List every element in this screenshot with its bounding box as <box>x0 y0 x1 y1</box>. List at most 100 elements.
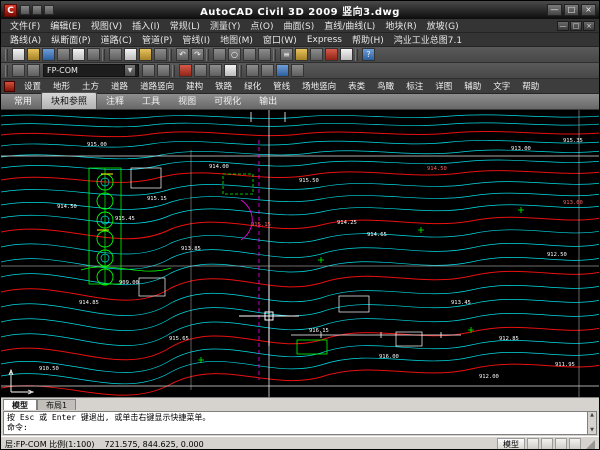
tab-visualize[interactable]: 可视化 <box>205 93 250 109</box>
quick-open-icon[interactable] <box>32 5 42 15</box>
save-icon[interactable] <box>42 48 55 61</box>
drawing-canvas[interactable]: 915.00 914.50 915.15 915.45 913.85 915.1… <box>1 110 599 397</box>
tab-layout1[interactable]: 布局1 <box>37 399 76 410</box>
tab-text[interactable]: 文字 <box>487 80 516 92</box>
toolbar-grip[interactable] <box>169 49 172 61</box>
tab-pipeline[interactable]: 管线 <box>267 80 296 92</box>
menu-item-map[interactable]: 地图(M) <box>215 33 258 46</box>
menu-item-pipelines[interactable]: 管线(I) <box>177 33 215 46</box>
styles-icon[interactable] <box>224 64 237 77</box>
model-space-toggle[interactable]: 模型 <box>497 438 525 450</box>
restore-button[interactable]: □ <box>564 4 579 16</box>
minimize-button[interactable]: — <box>547 4 562 16</box>
layer-previous-icon[interactable] <box>157 64 170 77</box>
tab-help[interactable]: 帮助 <box>516 80 545 92</box>
help-icon[interactable]: ? <box>362 48 375 61</box>
command-prompt-line[interactable]: 命令: <box>7 423 586 433</box>
tab-road[interactable]: 道路 <box>105 80 134 92</box>
tab-view[interactable]: 视图 <box>169 93 205 109</box>
designcenter-icon[interactable] <box>295 48 308 61</box>
menu-item-hongye-plugin[interactable]: 鸿业工业总图7.1 <box>389 33 467 46</box>
layer-states-icon[interactable] <box>27 64 40 77</box>
doc-restore-button[interactable]: □ <box>570 21 582 31</box>
menu-item-edit[interactable]: 编辑(E) <box>45 19 86 32</box>
new-file-icon[interactable] <box>12 48 25 61</box>
tab-earthwork[interactable]: 土方 <box>76 80 105 92</box>
doc-close-button[interactable]: × <box>583 21 595 31</box>
annotation-visibility-icon[interactable] <box>541 438 553 450</box>
menu-item-points[interactable]: 点(O) <box>245 19 278 32</box>
zoom-previous-icon[interactable] <box>258 48 271 61</box>
tab-tables[interactable]: 表类 <box>342 80 371 92</box>
tab-home[interactable]: 常用 <box>5 93 41 109</box>
menu-item-express[interactable]: Express <box>302 35 347 45</box>
plot-icon[interactable] <box>57 48 70 61</box>
tab-annotation[interactable]: 标注 <box>400 80 429 92</box>
resize-grip[interactable] <box>586 440 595 449</box>
plot-preview-icon[interactable] <box>72 48 85 61</box>
menu-item-survey[interactable]: 测量(Y) <box>205 19 246 32</box>
menu-item-general[interactable]: 常规(L) <box>165 19 205 32</box>
redo-icon[interactable]: ↷ <box>191 48 204 61</box>
menu-browser-icon[interactable] <box>4 81 15 92</box>
toolbar-grip[interactable] <box>102 49 105 61</box>
menu-item-lines-curves[interactable]: 直线/曲线(L) <box>319 19 380 32</box>
make-layer-current-icon[interactable] <box>142 64 155 77</box>
quick-new-icon[interactable] <box>20 5 30 15</box>
named-views-icon[interactable] <box>261 64 274 77</box>
annotation-scale-icon[interactable] <box>527 438 539 450</box>
tab-terrain[interactable]: 地形 <box>47 80 76 92</box>
zoom-window-icon[interactable] <box>243 48 256 61</box>
menu-item-insert[interactable]: 插入(I) <box>127 19 165 32</box>
toolpalettes-icon[interactable] <box>310 48 323 61</box>
layer-combo[interactable]: FP-COM ▼ <box>43 64 139 77</box>
tray-settings-icon[interactable] <box>569 438 581 450</box>
scroll-up-icon[interactable]: ▲ <box>588 412 596 419</box>
tab-tools[interactable]: 工具 <box>133 93 169 109</box>
tab-railway[interactable]: 铁路 <box>209 80 238 92</box>
tab-road-vertical[interactable]: 道路竖向 <box>134 80 180 92</box>
autoscale-icon[interactable] <box>555 438 567 450</box>
coordinates-readout[interactable]: 721.575, 844.625, 0.000 <box>104 440 203 449</box>
menu-item-help[interactable]: 帮助(H) <box>347 33 389 46</box>
ucs-tool-icon[interactable] <box>246 64 259 77</box>
calc-icon[interactable] <box>340 48 353 61</box>
markup-icon[interactable] <box>325 48 338 61</box>
tab-output[interactable]: 输出 <box>250 93 286 109</box>
menu-item-file[interactable]: 文件(F) <box>5 19 45 32</box>
tab-annotate[interactable]: 注释 <box>97 93 133 109</box>
tab-settings[interactable]: 设置 <box>18 80 47 92</box>
linetype-icon[interactable] <box>194 64 207 77</box>
tab-model[interactable]: 模型 <box>3 399 37 410</box>
open-folder-icon[interactable] <box>27 48 40 61</box>
cut-icon[interactable] <box>109 48 122 61</box>
menu-item-grading[interactable]: 放坡(G) <box>422 19 464 32</box>
toolbar-grip[interactable] <box>5 49 8 61</box>
pan-icon[interactable] <box>213 48 226 61</box>
tab-structure[interactable]: 建构 <box>180 80 209 92</box>
tab-landscape[interactable]: 绿化 <box>238 80 267 92</box>
render-icon[interactable] <box>291 64 304 77</box>
menu-item-view[interactable]: 视图(V) <box>86 19 127 32</box>
menu-item-profile[interactable]: 纵断面(P) <box>46 33 95 46</box>
tab-blocks-references[interactable]: 块和参照 <box>41 92 97 109</box>
toolbar-grip[interactable] <box>239 65 242 77</box>
tab-site-vertical[interactable]: 场地竖向 <box>296 80 342 92</box>
match-properties-icon[interactable] <box>154 48 167 61</box>
lineweight-icon[interactable] <box>209 64 222 77</box>
tab-birdview[interactable]: 鸟瞰 <box>371 80 400 92</box>
toolbar-grip[interactable] <box>5 65 8 77</box>
close-button[interactable]: × <box>581 4 596 16</box>
scroll-down-icon[interactable]: ▼ <box>588 427 596 434</box>
quick-save-icon[interactable] <box>44 5 54 15</box>
command-scrollbar[interactable]: ▲ ▼ <box>587 412 596 434</box>
menu-item-alignment[interactable]: 路线(A) <box>5 33 46 46</box>
chevron-down-icon[interactable]: ▼ <box>124 65 135 76</box>
orbit-icon[interactable] <box>276 64 289 77</box>
toolbar-grip[interactable] <box>206 49 209 61</box>
publish-icon[interactable] <box>87 48 100 61</box>
command-text-area[interactable]: 按 Esc 或 Enter 键退出, 或单击右键显示快捷菜单。 命令: ▲ ▼ <box>3 411 597 435</box>
undo-icon[interactable]: ↶ <box>176 48 189 61</box>
zoom-realtime-icon[interactable]: ○ <box>228 48 241 61</box>
toolbar-grip[interactable] <box>273 49 276 61</box>
